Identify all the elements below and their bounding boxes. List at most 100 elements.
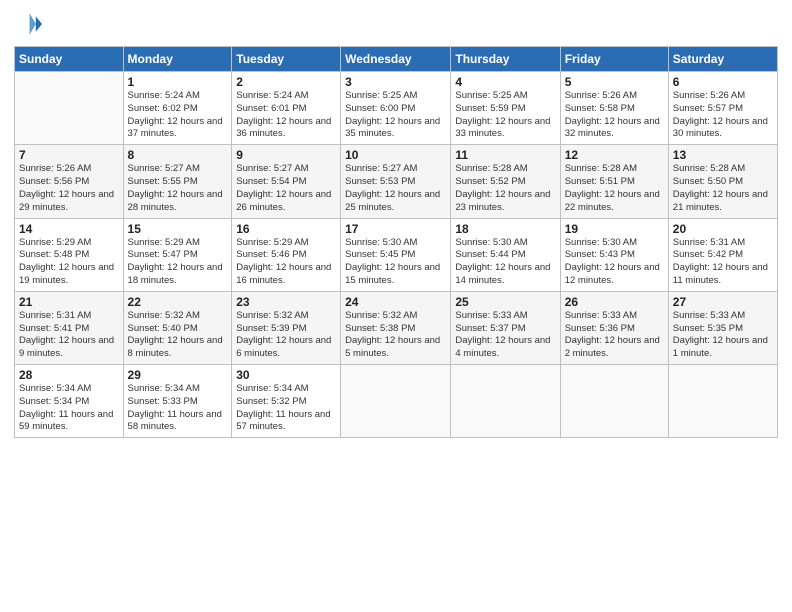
- calendar-cell: 5Sunrise: 5:26 AMSunset: 5:58 PMDaylight…: [560, 72, 668, 145]
- day-number: 26: [565, 295, 664, 309]
- calendar-cell: [560, 365, 668, 438]
- cell-details: Sunrise: 5:29 AMSunset: 5:46 PMDaylight:…: [236, 237, 336, 288]
- col-header-thursday: Thursday: [451, 47, 560, 72]
- logo-icon: [14, 10, 42, 38]
- day-number: 30: [236, 368, 336, 382]
- col-header-friday: Friday: [560, 47, 668, 72]
- calendar-cell: 1Sunrise: 5:24 AMSunset: 6:02 PMDaylight…: [123, 72, 232, 145]
- day-number: 15: [128, 222, 228, 236]
- cell-details: Sunrise: 5:33 AMSunset: 5:37 PMDaylight:…: [455, 310, 555, 361]
- cell-details: Sunrise: 5:29 AMSunset: 5:48 PMDaylight:…: [19, 237, 119, 288]
- cell-details: Sunrise: 5:27 AMSunset: 5:55 PMDaylight:…: [128, 163, 228, 214]
- calendar-cell: 22Sunrise: 5:32 AMSunset: 5:40 PMDayligh…: [123, 291, 232, 364]
- cell-details: Sunrise: 5:31 AMSunset: 5:42 PMDaylight:…: [673, 237, 773, 288]
- day-number: 21: [19, 295, 119, 309]
- calendar-cell: 10Sunrise: 5:27 AMSunset: 5:53 PMDayligh…: [341, 145, 451, 218]
- calendar-cell: 14Sunrise: 5:29 AMSunset: 5:48 PMDayligh…: [15, 218, 124, 291]
- cell-details: Sunrise: 5:33 AMSunset: 5:35 PMDaylight:…: [673, 310, 773, 361]
- calendar-cell: 3Sunrise: 5:25 AMSunset: 6:00 PMDaylight…: [341, 72, 451, 145]
- page: SundayMondayTuesdayWednesdayThursdayFrid…: [0, 0, 792, 612]
- cell-details: Sunrise: 5:34 AMSunset: 5:32 PMDaylight:…: [236, 383, 336, 434]
- day-number: 14: [19, 222, 119, 236]
- day-number: 24: [345, 295, 446, 309]
- calendar-cell: 12Sunrise: 5:28 AMSunset: 5:51 PMDayligh…: [560, 145, 668, 218]
- cell-details: Sunrise: 5:25 AMSunset: 5:59 PMDaylight:…: [455, 90, 555, 141]
- day-number: 12: [565, 148, 664, 162]
- calendar-cell: [451, 365, 560, 438]
- cell-details: Sunrise: 5:29 AMSunset: 5:47 PMDaylight:…: [128, 237, 228, 288]
- calendar-cell: 27Sunrise: 5:33 AMSunset: 5:35 PMDayligh…: [668, 291, 777, 364]
- calendar-cell: 6Sunrise: 5:26 AMSunset: 5:57 PMDaylight…: [668, 72, 777, 145]
- calendar-cell: 18Sunrise: 5:30 AMSunset: 5:44 PMDayligh…: [451, 218, 560, 291]
- day-number: 27: [673, 295, 773, 309]
- day-number: 11: [455, 148, 555, 162]
- day-number: 4: [455, 75, 555, 89]
- day-number: 13: [673, 148, 773, 162]
- day-number: 5: [565, 75, 664, 89]
- calendar-cell: 29Sunrise: 5:34 AMSunset: 5:33 PMDayligh…: [123, 365, 232, 438]
- day-number: 9: [236, 148, 336, 162]
- calendar-cell: 15Sunrise: 5:29 AMSunset: 5:47 PMDayligh…: [123, 218, 232, 291]
- day-number: 25: [455, 295, 555, 309]
- day-number: 7: [19, 148, 119, 162]
- calendar-cell: 25Sunrise: 5:33 AMSunset: 5:37 PMDayligh…: [451, 291, 560, 364]
- cell-details: Sunrise: 5:26 AMSunset: 5:57 PMDaylight:…: [673, 90, 773, 141]
- calendar-cell: [15, 72, 124, 145]
- calendar-cell: 20Sunrise: 5:31 AMSunset: 5:42 PMDayligh…: [668, 218, 777, 291]
- header: [14, 10, 778, 38]
- calendar-cell: 19Sunrise: 5:30 AMSunset: 5:43 PMDayligh…: [560, 218, 668, 291]
- cell-details: Sunrise: 5:26 AMSunset: 5:58 PMDaylight:…: [565, 90, 664, 141]
- calendar-cell: 16Sunrise: 5:29 AMSunset: 5:46 PMDayligh…: [232, 218, 341, 291]
- week-row-4: 21Sunrise: 5:31 AMSunset: 5:41 PMDayligh…: [15, 291, 778, 364]
- cell-details: Sunrise: 5:30 AMSunset: 5:44 PMDaylight:…: [455, 237, 555, 288]
- logo: [14, 10, 46, 38]
- day-number: 10: [345, 148, 446, 162]
- calendar-cell: [668, 365, 777, 438]
- col-header-sunday: Sunday: [15, 47, 124, 72]
- calendar-cell: 2Sunrise: 5:24 AMSunset: 6:01 PMDaylight…: [232, 72, 341, 145]
- cell-details: Sunrise: 5:33 AMSunset: 5:36 PMDaylight:…: [565, 310, 664, 361]
- week-row-5: 28Sunrise: 5:34 AMSunset: 5:34 PMDayligh…: [15, 365, 778, 438]
- calendar-cell: 13Sunrise: 5:28 AMSunset: 5:50 PMDayligh…: [668, 145, 777, 218]
- cell-details: Sunrise: 5:32 AMSunset: 5:39 PMDaylight:…: [236, 310, 336, 361]
- day-number: 6: [673, 75, 773, 89]
- cell-details: Sunrise: 5:31 AMSunset: 5:41 PMDaylight:…: [19, 310, 119, 361]
- cell-details: Sunrise: 5:25 AMSunset: 6:00 PMDaylight:…: [345, 90, 446, 141]
- day-number: 22: [128, 295, 228, 309]
- day-number: 18: [455, 222, 555, 236]
- col-header-monday: Monday: [123, 47, 232, 72]
- cell-details: Sunrise: 5:28 AMSunset: 5:52 PMDaylight:…: [455, 163, 555, 214]
- calendar-body: 1Sunrise: 5:24 AMSunset: 6:02 PMDaylight…: [15, 72, 778, 438]
- calendar-cell: 21Sunrise: 5:31 AMSunset: 5:41 PMDayligh…: [15, 291, 124, 364]
- calendar-cell: 23Sunrise: 5:32 AMSunset: 5:39 PMDayligh…: [232, 291, 341, 364]
- day-number: 19: [565, 222, 664, 236]
- day-number: 1: [128, 75, 228, 89]
- cell-details: Sunrise: 5:28 AMSunset: 5:50 PMDaylight:…: [673, 163, 773, 214]
- day-number: 29: [128, 368, 228, 382]
- cell-details: Sunrise: 5:32 AMSunset: 5:40 PMDaylight:…: [128, 310, 228, 361]
- day-number: 23: [236, 295, 336, 309]
- day-number: 16: [236, 222, 336, 236]
- day-number: 17: [345, 222, 446, 236]
- cell-details: Sunrise: 5:30 AMSunset: 5:45 PMDaylight:…: [345, 237, 446, 288]
- calendar-header-row: SundayMondayTuesdayWednesdayThursdayFrid…: [15, 47, 778, 72]
- week-row-1: 1Sunrise: 5:24 AMSunset: 6:02 PMDaylight…: [15, 72, 778, 145]
- cell-details: Sunrise: 5:34 AMSunset: 5:34 PMDaylight:…: [19, 383, 119, 434]
- calendar-cell: [341, 365, 451, 438]
- cell-details: Sunrise: 5:30 AMSunset: 5:43 PMDaylight:…: [565, 237, 664, 288]
- day-number: 20: [673, 222, 773, 236]
- cell-details: Sunrise: 5:24 AMSunset: 6:02 PMDaylight:…: [128, 90, 228, 141]
- col-header-wednesday: Wednesday: [341, 47, 451, 72]
- day-number: 3: [345, 75, 446, 89]
- cell-details: Sunrise: 5:27 AMSunset: 5:53 PMDaylight:…: [345, 163, 446, 214]
- calendar-cell: 30Sunrise: 5:34 AMSunset: 5:32 PMDayligh…: [232, 365, 341, 438]
- calendar-cell: 7Sunrise: 5:26 AMSunset: 5:56 PMDaylight…: [15, 145, 124, 218]
- day-number: 8: [128, 148, 228, 162]
- calendar-cell: 26Sunrise: 5:33 AMSunset: 5:36 PMDayligh…: [560, 291, 668, 364]
- cell-details: Sunrise: 5:28 AMSunset: 5:51 PMDaylight:…: [565, 163, 664, 214]
- cell-details: Sunrise: 5:32 AMSunset: 5:38 PMDaylight:…: [345, 310, 446, 361]
- cell-details: Sunrise: 5:27 AMSunset: 5:54 PMDaylight:…: [236, 163, 336, 214]
- day-number: 28: [19, 368, 119, 382]
- calendar-cell: 17Sunrise: 5:30 AMSunset: 5:45 PMDayligh…: [341, 218, 451, 291]
- calendar-table: SundayMondayTuesdayWednesdayThursdayFrid…: [14, 46, 778, 438]
